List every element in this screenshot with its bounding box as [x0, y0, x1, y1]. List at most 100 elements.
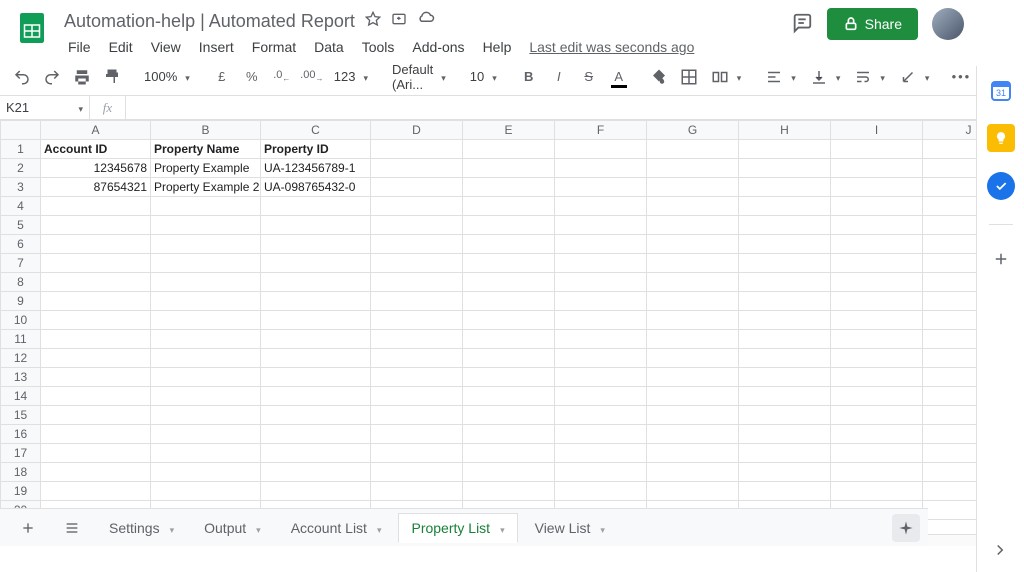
- italic-button[interactable]: I: [545, 64, 573, 90]
- cell[interactable]: [647, 216, 739, 235]
- cell[interactable]: [41, 197, 151, 216]
- cell[interactable]: Account ID: [41, 140, 151, 159]
- cell[interactable]: [923, 311, 977, 330]
- cell[interactable]: [41, 311, 151, 330]
- cell[interactable]: [647, 463, 739, 482]
- keep-app-icon[interactable]: [987, 124, 1015, 152]
- cell[interactable]: Property Example 2: [151, 178, 261, 197]
- cell[interactable]: [555, 368, 647, 387]
- cell[interactable]: [261, 444, 371, 463]
- cell[interactable]: [739, 406, 831, 425]
- more-formats-dropdown[interactable]: 123: [328, 64, 374, 90]
- calendar-app-icon[interactable]: 31: [987, 76, 1015, 104]
- cell[interactable]: [463, 273, 555, 292]
- cell[interactable]: [647, 292, 739, 311]
- cell[interactable]: [831, 292, 923, 311]
- cell[interactable]: [151, 292, 261, 311]
- cell[interactable]: [151, 387, 261, 406]
- increase-decimal-button[interactable]: .00→: [298, 64, 326, 90]
- tasks-app-icon[interactable]: [987, 172, 1015, 200]
- cell[interactable]: [739, 178, 831, 197]
- cell[interactable]: [739, 387, 831, 406]
- cell[interactable]: [647, 330, 739, 349]
- cell[interactable]: [739, 349, 831, 368]
- cell[interactable]: [739, 425, 831, 444]
- bold-button[interactable]: B: [515, 64, 543, 90]
- cell[interactable]: [261, 349, 371, 368]
- cell[interactable]: [463, 311, 555, 330]
- row-header[interactable]: 3: [1, 178, 41, 197]
- menu-edit[interactable]: Edit: [101, 35, 141, 59]
- cell[interactable]: Property Example: [151, 159, 261, 178]
- side-panel-toggle-button[interactable]: [986, 536, 1014, 564]
- cell[interactable]: [371, 482, 463, 501]
- cell[interactable]: [261, 482, 371, 501]
- cell[interactable]: [739, 273, 831, 292]
- decrease-decimal-button[interactable]: .0←: [268, 64, 296, 90]
- text-rotation-dropdown[interactable]: [893, 64, 936, 90]
- row-header[interactable]: 16: [1, 425, 41, 444]
- cell[interactable]: [371, 140, 463, 159]
- cell[interactable]: 12345678: [41, 159, 151, 178]
- cell[interactable]: [555, 254, 647, 273]
- cell[interactable]: [923, 425, 977, 444]
- cell[interactable]: [151, 216, 261, 235]
- cell[interactable]: [923, 292, 977, 311]
- cell[interactable]: [647, 406, 739, 425]
- fill-color-button[interactable]: [645, 64, 673, 90]
- cell[interactable]: [371, 178, 463, 197]
- cell[interactable]: [41, 254, 151, 273]
- cell[interactable]: [923, 501, 977, 520]
- cell[interactable]: [923, 216, 977, 235]
- cell[interactable]: [647, 254, 739, 273]
- cell[interactable]: [151, 235, 261, 254]
- cell[interactable]: [463, 349, 555, 368]
- cell[interactable]: [831, 368, 923, 387]
- font-size-dropdown[interactable]: 10: [464, 64, 503, 90]
- cell[interactable]: [261, 273, 371, 292]
- cell[interactable]: [463, 482, 555, 501]
- cell[interactable]: [831, 425, 923, 444]
- cell[interactable]: [261, 368, 371, 387]
- cell[interactable]: [831, 235, 923, 254]
- cell[interactable]: [831, 254, 923, 273]
- cell[interactable]: [463, 235, 555, 254]
- menu-format[interactable]: Format: [244, 35, 304, 59]
- cell[interactable]: [41, 482, 151, 501]
- menu-addons[interactable]: Add-ons: [404, 35, 472, 59]
- cell[interactable]: [261, 197, 371, 216]
- cell[interactable]: [371, 273, 463, 292]
- cell[interactable]: [41, 444, 151, 463]
- strikethrough-button[interactable]: S: [575, 64, 603, 90]
- cell[interactable]: [739, 292, 831, 311]
- cell[interactable]: [739, 330, 831, 349]
- cell[interactable]: [739, 463, 831, 482]
- cell[interactable]: [647, 178, 739, 197]
- cell[interactable]: [261, 425, 371, 444]
- all-sheets-button[interactable]: [52, 513, 92, 543]
- undo-button[interactable]: [8, 64, 36, 90]
- cell[interactable]: [647, 159, 739, 178]
- cell[interactable]: [555, 463, 647, 482]
- cell[interactable]: [371, 387, 463, 406]
- cell[interactable]: [555, 292, 647, 311]
- cell[interactable]: [371, 444, 463, 463]
- cell[interactable]: [739, 235, 831, 254]
- cell[interactable]: [463, 292, 555, 311]
- cell[interactable]: [923, 197, 977, 216]
- row-header[interactable]: 8: [1, 273, 41, 292]
- cell[interactable]: [261, 330, 371, 349]
- cell[interactable]: [555, 178, 647, 197]
- cell[interactable]: [261, 387, 371, 406]
- cell[interactable]: [41, 273, 151, 292]
- cell[interactable]: [41, 425, 151, 444]
- cell[interactable]: [41, 330, 151, 349]
- spreadsheet-grid[interactable]: ABCDEFGHIJ 1Account IDProperty NamePrope…: [0, 120, 976, 534]
- cell[interactable]: [647, 140, 739, 159]
- cell[interactable]: [41, 216, 151, 235]
- row-header[interactable]: 9: [1, 292, 41, 311]
- sheets-app-icon[interactable]: [12, 8, 52, 48]
- cell[interactable]: Property ID: [261, 140, 371, 159]
- cell[interactable]: [555, 349, 647, 368]
- cell[interactable]: [463, 197, 555, 216]
